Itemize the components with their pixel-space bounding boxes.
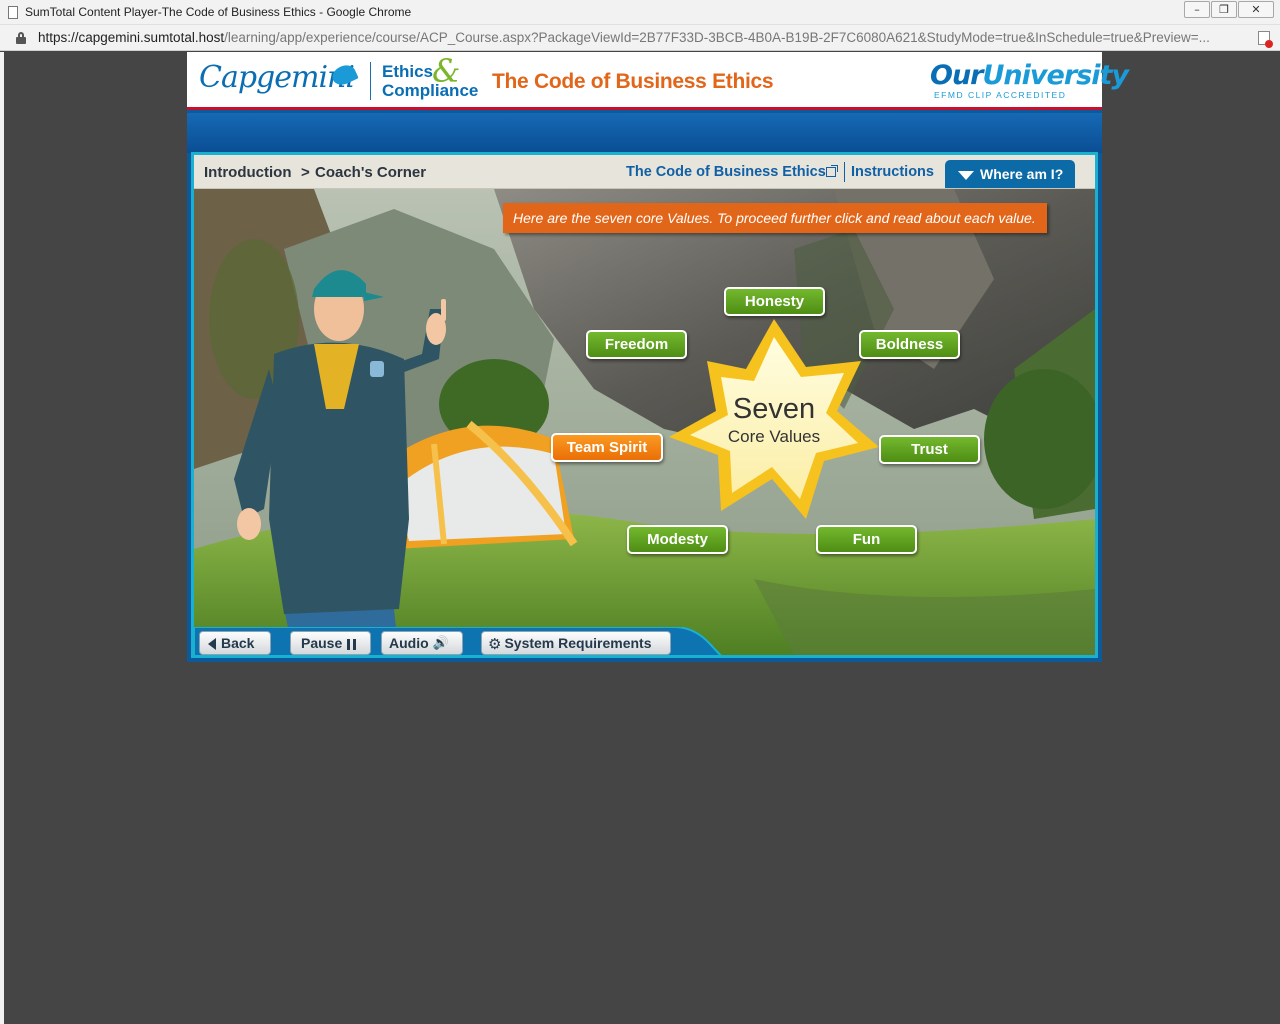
- modesty-button[interactable]: Modesty: [627, 525, 728, 554]
- compliance-logo-text: Compliance: [382, 81, 479, 100]
- fun-button[interactable]: Fun: [816, 525, 917, 554]
- header-band: [187, 113, 1102, 153]
- team-spirit-button[interactable]: Team Spirit: [551, 433, 663, 462]
- content-frame: Introduction > Coach's Corner The Code o…: [191, 152, 1098, 658]
- course-title: The Code of Business Ethics: [492, 70, 774, 93]
- star-title: Seven: [732, 393, 816, 425]
- restore-button[interactable]: ❐: [1211, 1, 1237, 18]
- course-header: Capgemini Ethics & Compliance The Code o…: [187, 52, 1129, 110]
- course-player: Capgemini Ethics & Compliance The Code o…: [187, 52, 1129, 662]
- lock-icon[interactable]: [16, 32, 26, 44]
- breadcrumb-current: Coach's Corner: [315, 164, 427, 181]
- boldness-button[interactable]: Boldness: [859, 330, 960, 359]
- landscape-background: [194, 189, 1095, 655]
- code-of-ethics-link[interactable]: The Code of Business Ethics: [626, 164, 826, 180]
- trust-button[interactable]: Trust: [879, 435, 980, 464]
- browser-titlebar: SumTotal Content Player-The Code of Busi…: [0, 0, 1280, 25]
- back-arrow-icon: [208, 638, 216, 651]
- window-title: SumTotal Content Player-The Code of Busi…: [25, 5, 412, 19]
- triangle-down-icon: [958, 171, 974, 180]
- star-subtitle: Core Values: [727, 427, 821, 446]
- external-link-icon[interactable]: [826, 165, 838, 177]
- gear-icon: ⚙: [488, 635, 502, 654]
- freedom-button[interactable]: Freedom: [586, 330, 687, 359]
- close-button[interactable]: ✕: [1238, 1, 1274, 18]
- url-text[interactable]: https://capgemini.sumtotal.host/learning…: [38, 30, 1248, 45]
- speaker-icon: 🔊: [432, 636, 449, 652]
- instructions-link[interactable]: Instructions: [851, 164, 934, 180]
- system-requirements-button[interactable]: ⚙ System Requirements: [481, 631, 671, 655]
- pause-icon: [347, 638, 357, 650]
- logo-divider: [370, 62, 371, 100]
- accreditation-text: EFMD CLIP ACCREDITED: [934, 90, 1067, 100]
- instruction-text: Here are the seven core Values. To proce…: [513, 210, 1036, 226]
- pause-button[interactable]: Pause: [290, 631, 371, 655]
- scene: Here are the seven core Values. To proce…: [194, 189, 1095, 655]
- breadcrumb-bar: Introduction > Coach's Corner The Code o…: [194, 155, 1095, 189]
- window-controls: – ❐ ✕: [1184, 1, 1274, 20]
- back-button[interactable]: Back: [199, 631, 271, 655]
- viewport-border: [0, 52, 4, 1024]
- address-bar[interactable]: https://capgemini.sumtotal.host/learning…: [0, 25, 1280, 51]
- breadcrumb-separator: >: [301, 164, 310, 181]
- page-icon: [8, 6, 18, 19]
- bottom-navbar: Back Pause Audio 🔊 ⚙ System Requirements: [194, 627, 724, 655]
- link-separator: [844, 162, 845, 182]
- instruction-banner: Here are the seven core Values. To proce…: [503, 203, 1047, 233]
- audio-button[interactable]: Audio 🔊: [381, 631, 463, 655]
- where-am-i-label: Where am I?: [980, 166, 1064, 182]
- honesty-button[interactable]: Honesty: [724, 287, 825, 316]
- blocked-content-icon[interactable]: [1258, 31, 1273, 48]
- ethics-logo-text: Ethics: [382, 62, 434, 81]
- our-university-logo: OurUniversity: [930, 60, 1129, 91]
- breadcrumb-introduction[interactable]: Introduction: [204, 164, 291, 181]
- capgemini-logo: Capgemini: [199, 60, 355, 95]
- where-am-i-button[interactable]: Where am I?: [945, 160, 1075, 188]
- minimize-button[interactable]: –: [1184, 1, 1210, 18]
